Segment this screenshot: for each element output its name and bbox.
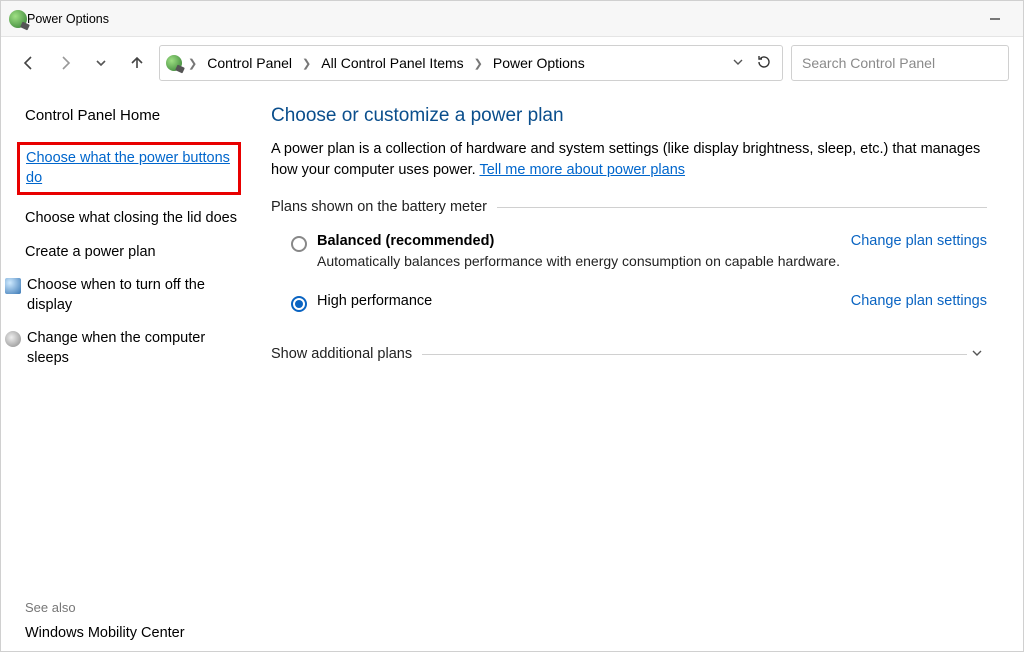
search-placeholder: Search Control Panel	[802, 55, 935, 71]
sidebar-link-power-buttons[interactable]: Choose what the power buttons do	[17, 142, 241, 195]
content-area: Control Panel Home Choose what the power…	[1, 89, 1023, 653]
navigation-toolbar: ❯ Control Panel ❯ All Control Panel Item…	[1, 37, 1023, 89]
see-also-mobility-center[interactable]: Windows Mobility Center	[25, 625, 247, 641]
address-bar-icon	[166, 55, 182, 71]
address-history-dropdown[interactable]	[728, 55, 748, 71]
sidebar-link-label: Choose when to turn off the display	[27, 276, 247, 315]
additional-plans-fieldset: Show additional plans	[271, 346, 987, 362]
see-also-label: See also	[25, 600, 247, 615]
sidebar-link-label: Create a power plan	[25, 243, 156, 263]
breadcrumb-control-panel[interactable]: Control Panel	[203, 53, 296, 73]
page-description: A power plan is a collection of hardware…	[271, 139, 987, 181]
sidebar-link-turn-off-display[interactable]: Choose when to turn off the display	[5, 276, 247, 315]
up-button[interactable]	[123, 49, 151, 77]
additional-plans-legend: Show additional plans	[271, 346, 422, 362]
address-bar[interactable]: ❯ Control Panel ❯ All Control Panel Item…	[159, 45, 783, 81]
titlebar: Power Options	[1, 1, 1023, 37]
page-heading: Choose or customize a power plan	[271, 105, 987, 127]
expand-additional-plans[interactable]	[967, 346, 987, 362]
change-plan-settings-link[interactable]: Change plan settings	[851, 233, 987, 249]
breadcrumb-all-items[interactable]: All Control Panel Items	[317, 53, 467, 73]
divider	[497, 207, 987, 208]
chevron-right-icon: ❯	[186, 57, 199, 70]
sidebar-link-computer-sleeps[interactable]: Change when the computer sleeps	[5, 329, 247, 368]
chevron-right-icon: ❯	[300, 57, 313, 70]
main-panel: Choose or customize a power plan A power…	[259, 89, 1023, 653]
recent-locations-button[interactable]	[87, 49, 115, 77]
refresh-button[interactable]	[752, 54, 776, 73]
plan-high-performance[interactable]: High performance Change plan settings	[271, 281, 987, 324]
plan-name: Balanced (recommended)	[317, 233, 841, 249]
search-input[interactable]: Search Control Panel	[791, 45, 1009, 81]
plan-name: High performance	[317, 293, 841, 309]
breadcrumb-power-options[interactable]: Power Options	[489, 53, 589, 73]
forward-button[interactable]	[51, 49, 79, 77]
sleep-icon	[5, 331, 21, 347]
chevron-right-icon: ❯	[472, 57, 485, 70]
radio-balanced[interactable]	[291, 236, 307, 252]
plans-legend: Plans shown on the battery meter	[271, 199, 497, 215]
sidebar-link-closing-lid[interactable]: Choose what closing the lid does	[25, 209, 247, 229]
divider	[422, 354, 967, 355]
back-button[interactable]	[15, 49, 43, 77]
radio-high-performance[interactable]	[291, 296, 307, 312]
tell-me-more-link[interactable]: Tell me more about power plans	[479, 162, 685, 178]
monitor-icon	[5, 278, 21, 294]
plans-fieldset: Plans shown on the battery meter Balance…	[271, 199, 987, 324]
change-plan-settings-link[interactable]: Change plan settings	[851, 293, 987, 309]
sidebar-link-create-plan[interactable]: Create a power plan	[25, 243, 247, 263]
sidebar-link-label: Choose what closing the lid does	[25, 209, 237, 229]
sidebar: Control Panel Home Choose what the power…	[1, 89, 259, 653]
plan-balanced[interactable]: Balanced (recommended) Automatically bal…	[271, 229, 987, 281]
control-panel-home-link[interactable]: Control Panel Home	[25, 107, 247, 124]
sidebar-link-label: Change when the computer sleeps	[27, 329, 247, 368]
window-title: Power Options	[27, 12, 109, 26]
sidebar-link-label: Choose what the power buttons do	[26, 149, 232, 188]
plan-description: Automatically balances performance with …	[317, 253, 841, 269]
minimize-button[interactable]	[975, 1, 1015, 37]
power-options-app-icon	[9, 10, 27, 28]
